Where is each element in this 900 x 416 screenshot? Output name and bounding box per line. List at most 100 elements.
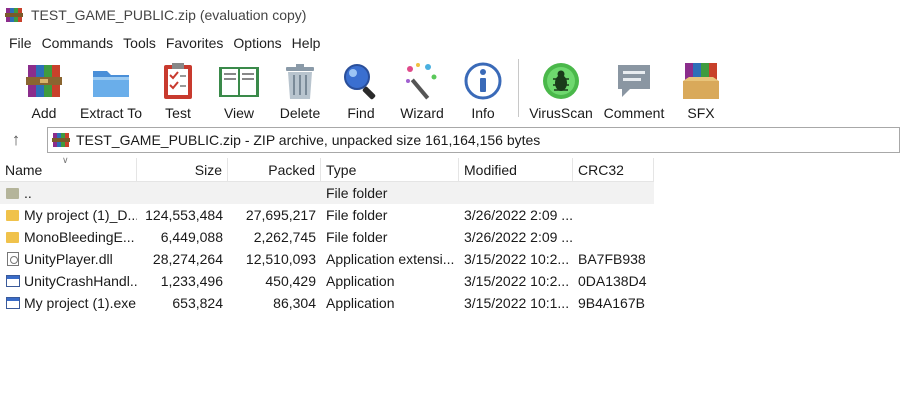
table-row[interactable]: My project (1)_D... 124,553,484 27,695,2… bbox=[0, 204, 654, 226]
comment-button[interactable]: Comment bbox=[598, 55, 670, 121]
column-packed-label: Packed bbox=[268, 162, 315, 178]
wizard-button[interactable]: Wizard bbox=[392, 55, 452, 121]
row-name: UnityPlayer.dll bbox=[24, 251, 113, 267]
column-name[interactable]: ∨ Name bbox=[0, 155, 137, 182]
find-label: Find bbox=[347, 105, 375, 121]
column-crc32-label: CRC32 bbox=[578, 162, 624, 178]
extract-to-button[interactable]: Extract To bbox=[75, 55, 147, 121]
folder-icon bbox=[5, 229, 21, 245]
row-size: 653,824 bbox=[172, 295, 223, 311]
file-list: ∨ Name Size Packed Type Modified CRC32 .… bbox=[0, 155, 900, 416]
row-packed: 2,262,745 bbox=[253, 229, 316, 245]
info-label: Info bbox=[471, 105, 495, 121]
menu-help[interactable]: Help bbox=[287, 35, 326, 51]
row-type: Application bbox=[326, 295, 395, 311]
menu-commands[interactable]: Commands bbox=[37, 35, 119, 51]
column-modified-label: Modified bbox=[464, 162, 517, 178]
row-packed bbox=[228, 182, 321, 204]
row-name-cell: My project (1)_D... bbox=[0, 204, 137, 226]
sfx-label: SFX bbox=[687, 105, 715, 121]
table-row[interactable]: .. File folder bbox=[0, 182, 654, 204]
row-size: 124,553,484 bbox=[145, 207, 223, 223]
up-arrow-icon[interactable]: ↑ bbox=[0, 126, 32, 154]
view-button[interactable]: View bbox=[209, 55, 269, 121]
winrar-app-icon bbox=[5, 6, 23, 24]
menu-options[interactable]: Options bbox=[228, 35, 286, 51]
row-packed: 450,429 bbox=[265, 273, 316, 289]
folder-extract-icon bbox=[89, 59, 133, 103]
row-name-cell: UnityCrashHandl... bbox=[0, 270, 137, 292]
table-row[interactable]: MonoBleedingE... 6,449,088 2,262,745 Fil… bbox=[0, 226, 654, 248]
virusscan-label: VirusScan bbox=[529, 105, 593, 121]
address-field[interactable]: TEST_GAME_PUBLIC.zip - ZIP archive, unpa… bbox=[47, 127, 900, 153]
sort-chevron-icon: ∨ bbox=[62, 155, 69, 165]
row-crc bbox=[573, 226, 654, 248]
column-type-label: Type bbox=[326, 162, 357, 178]
folder-icon bbox=[5, 207, 21, 223]
add-button[interactable]: Add bbox=[14, 55, 74, 121]
comment-icon bbox=[612, 59, 656, 103]
virusscan-button[interactable]: VirusScan bbox=[525, 55, 597, 121]
row-name: .. bbox=[24, 185, 32, 201]
magic-wand-icon bbox=[400, 59, 444, 103]
menu-favorites[interactable]: Favorites bbox=[161, 35, 229, 51]
window-title: TEST_GAME_PUBLIC.zip (evaluation copy) bbox=[31, 7, 307, 23]
row-modified: 3/15/2022 10:2... bbox=[464, 273, 570, 289]
row-packed: 27,695,217 bbox=[245, 207, 316, 223]
toolbar-separator bbox=[518, 59, 519, 117]
row-size bbox=[137, 182, 228, 204]
test-label: Test bbox=[165, 105, 191, 121]
column-packed[interactable]: Packed bbox=[228, 158, 321, 182]
row-modified: 3/26/2022 2:09 ... bbox=[464, 207, 573, 223]
column-size-label: Size bbox=[194, 162, 222, 178]
toolbar: Add Extract To Test View Delete Find Wiz… bbox=[0, 55, 900, 123]
column-crc32[interactable]: CRC32 bbox=[573, 158, 654, 182]
delete-button[interactable]: Delete bbox=[270, 55, 330, 121]
sfx-box-icon bbox=[679, 59, 723, 103]
row-modified: 3/15/2022 10:1... bbox=[464, 295, 570, 311]
row-type: File folder bbox=[326, 229, 388, 245]
row-type: Application bbox=[326, 273, 395, 289]
sfx-button[interactable]: SFX bbox=[671, 55, 731, 121]
menu-bar: File Commands Tools Favorites Options He… bbox=[0, 32, 325, 54]
row-name-cell: UnityPlayer.dll bbox=[0, 248, 137, 270]
column-header: ∨ Name Size Packed Type Modified CRC32 bbox=[0, 155, 654, 182]
menu-file[interactable]: File bbox=[4, 35, 37, 51]
wizard-label: Wizard bbox=[400, 105, 444, 121]
menu-tools[interactable]: Tools bbox=[118, 35, 161, 51]
row-modified: 3/26/2022 2:09 ... bbox=[464, 229, 573, 245]
comment-label: Comment bbox=[603, 105, 665, 121]
row-packed: 86,304 bbox=[273, 295, 316, 311]
view-label: View bbox=[223, 105, 255, 121]
row-name: MonoBleedingE... bbox=[24, 229, 135, 245]
table-row[interactable]: My project (1).exe 653,824 86,304 Applic… bbox=[0, 292, 654, 314]
test-button[interactable]: Test bbox=[148, 55, 208, 121]
row-packed: 12,510,093 bbox=[245, 251, 316, 267]
column-type[interactable]: Type bbox=[321, 158, 459, 182]
row-name: My project (1)_D... bbox=[24, 207, 137, 223]
column-name-label: Name bbox=[5, 162, 43, 178]
row-size: 28,274,264 bbox=[152, 251, 223, 267]
row-name-cell: .. bbox=[0, 182, 137, 204]
parent-folder-icon bbox=[5, 185, 21, 201]
column-size[interactable]: Size bbox=[137, 158, 228, 182]
row-crc bbox=[573, 204, 654, 226]
row-crc: BA7FB938 bbox=[578, 251, 646, 267]
find-button[interactable]: Find bbox=[331, 55, 391, 121]
delete-label: Delete bbox=[279, 105, 321, 121]
address-bar: ↑ TEST_GAME_PUBLIC.zip - ZIP archive, un… bbox=[0, 126, 900, 154]
add-label: Add bbox=[31, 105, 57, 121]
exe-file-icon bbox=[5, 295, 21, 311]
trash-can-icon bbox=[278, 59, 322, 103]
table-row[interactable]: UnityPlayer.dll 28,274,264 12,510,093 Ap… bbox=[0, 248, 654, 270]
archive-icon bbox=[52, 131, 70, 149]
open-book-icon bbox=[217, 59, 261, 103]
row-size: 6,449,088 bbox=[160, 229, 223, 245]
table-row[interactable]: UnityCrashHandl... 1,233,496 450,429 App… bbox=[0, 270, 654, 292]
books-add-icon bbox=[22, 59, 66, 103]
clipboard-check-icon bbox=[156, 59, 200, 103]
column-modified[interactable]: Modified bbox=[459, 158, 573, 182]
row-crc: 9B4A167B bbox=[578, 295, 645, 311]
info-button[interactable]: Info bbox=[453, 55, 513, 121]
file-rows: .. File folder My project (1)_D... 124,5… bbox=[0, 182, 654, 314]
